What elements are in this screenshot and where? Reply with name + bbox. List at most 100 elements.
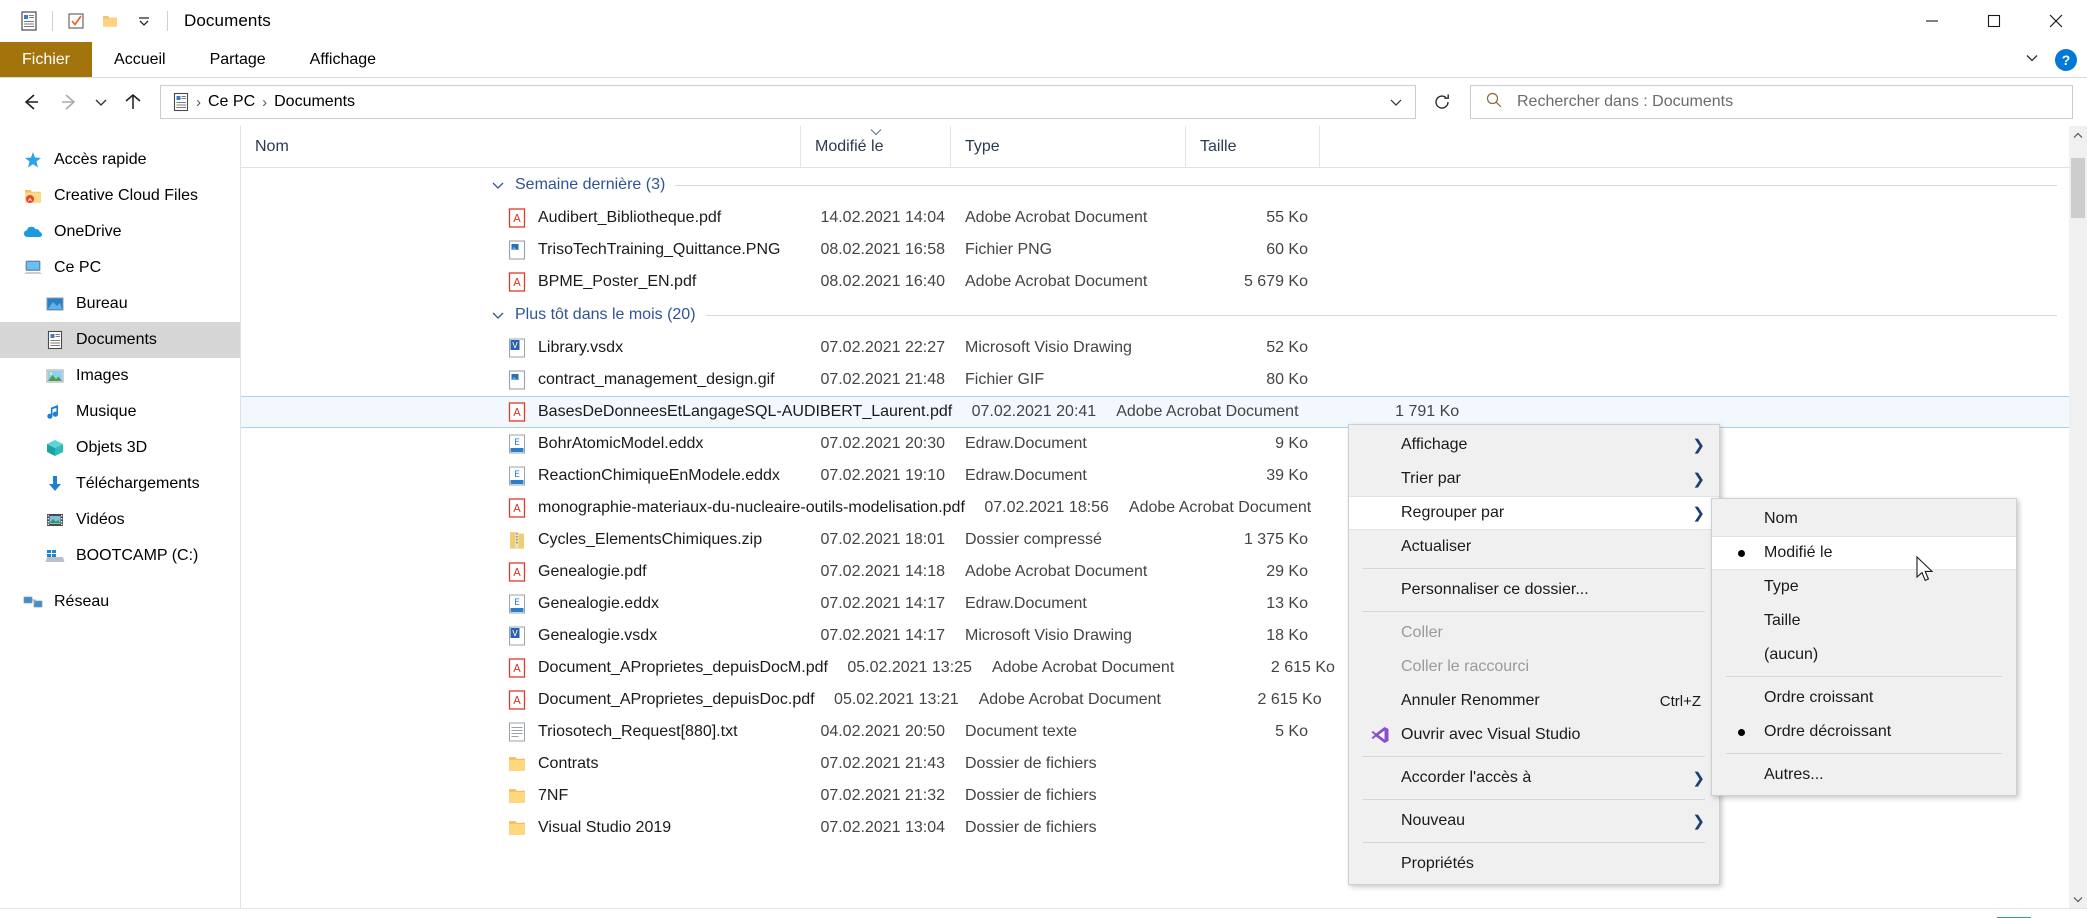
sidebar-item-videos[interactable]: Vidéos — [0, 502, 240, 538]
refresh-button[interactable] — [1420, 85, 1464, 119]
menu-item-trier-par[interactable]: Trier par ❯ — [1349, 462, 1719, 496]
pdf-icon: A — [507, 689, 527, 711]
up-button[interactable] — [116, 86, 150, 118]
breadcrumb-separator: › — [262, 93, 268, 111]
search-placeholder: Rechercher dans : Documents — [1517, 93, 1734, 110]
maximize-button[interactable] — [1963, 0, 2025, 42]
file-type-cell: Document texte — [965, 723, 1078, 740]
table-row[interactable]: TrisoTechTraining_Quittance.PNG 08.02.20… — [241, 234, 2087, 266]
chevron-right-icon: ❯ — [1692, 813, 1705, 830]
sidebar-item-telechargements[interactable]: Téléchargements — [0, 466, 240, 502]
scroll-track[interactable] — [2069, 144, 2087, 890]
file-size-cell: 18 Ko — [1266, 627, 1308, 644]
chevron-down-icon[interactable] — [491, 308, 505, 323]
table-row[interactable]: V Library.vsdx 07.02.2021 22:27 Microsof… — [241, 332, 2087, 364]
address-dropdown-icon[interactable] — [1381, 95, 1411, 109]
sidebar-item-documents[interactable]: Documents — [0, 322, 240, 358]
help-icon[interactable]: ? — [2055, 49, 2077, 71]
menu-item-proprietes[interactable]: Propriétés — [1349, 847, 1719, 881]
context-menu[interactable]: Affichage ❯ Trier par ❯ Regrouper par ❯ … — [1348, 424, 1720, 885]
tab-fichier[interactable]: Fichier — [0, 42, 93, 77]
file-date-cell: 08.02.2021 16:40 — [820, 273, 945, 290]
menu-item-label: Modifié le — [1764, 544, 1833, 561]
scroll-up-button[interactable] — [2069, 126, 2087, 144]
group-header[interactable]: Plus tôt dans le mois (20) — [241, 298, 2087, 332]
menu-item-personnaliser-ce-dossier[interactable]: Personnaliser ce dossier... — [1349, 573, 1719, 607]
sidebar-item-ce-pc[interactable]: Ce PC — [0, 250, 240, 286]
recent-locations-button[interactable] — [90, 86, 112, 118]
table-row[interactable]: E BohrAtomicModel.eddx 07.02.2021 20:30 … — [241, 428, 2087, 460]
minimize-button[interactable] — [1901, 0, 1963, 42]
scroll-down-button[interactable] — [2069, 890, 2087, 908]
sidebar-item-creative-cloud-files[interactable]: Creative Cloud Files — [0, 178, 240, 214]
sidebar-item-objets-3d[interactable]: Objets 3D — [0, 430, 240, 466]
submenu-item-autres[interactable]: Autres... — [1712, 758, 2016, 792]
folder-icon[interactable] — [93, 4, 127, 38]
menu-item-shortcut: Ctrl+Z — [1659, 692, 1701, 710]
table-row[interactable]: E ReactionChimiqueEnModele.eddx 07.02.20… — [241, 460, 2087, 492]
breadcrumb-ce-pc[interactable]: Ce PC — [204, 93, 259, 111]
file-date-cell: 07.02.2021 20:41 — [971, 403, 1097, 420]
column-header-type[interactable]: Type — [951, 125, 1186, 168]
submenu-item-aucun[interactable]: (aucun) — [1712, 638, 2016, 672]
sidebar-item-musique[interactable]: Musique — [0, 394, 240, 430]
column-header-nom[interactable]: Nom — [241, 125, 801, 168]
menu-item-ouvrir-avec-visual-studio[interactable]: Ouvrir avec Visual Studio — [1349, 718, 1719, 752]
checkbox-icon[interactable] — [59, 4, 93, 38]
menu-item-annuler-renommer[interactable]: Annuler Renommer Ctrl+Z — [1349, 684, 1719, 718]
group-header[interactable]: Semaine dernière (3) — [241, 168, 2087, 202]
tab-affichage[interactable]: Affichage — [288, 42, 398, 77]
back-button[interactable] — [14, 86, 48, 118]
menu-item-actualiser[interactable]: Actualiser — [1349, 530, 1719, 564]
desktop-icon — [44, 293, 66, 315]
sidebar-item-bootcamp-c[interactable]: BOOTCAMP (C:) — [0, 538, 240, 574]
submenu-item-type[interactable]: Type — [1712, 570, 2016, 604]
menu-item-affichage[interactable]: Affichage ❯ — [1349, 428, 1719, 462]
table-row[interactable]: A BPME_Poster_EN.pdf 08.02.2021 16:40 Ad… — [241, 266, 2087, 298]
file-date-cell: 07.02.2021 22:27 — [820, 339, 945, 356]
tab-partage[interactable]: Partage — [188, 42, 288, 77]
column-header-modifie-le[interactable]: Modifié le — [801, 125, 951, 168]
submenu-item-taille[interactable]: Taille — [1712, 604, 2016, 638]
address-bar[interactable]: › Ce PC › Documents — [160, 85, 1416, 119]
breadcrumb-documents[interactable]: Documents — [270, 93, 359, 111]
menu-item-accorder-l-acces-a[interactable]: Accorder l'accès à ❯ — [1349, 761, 1719, 795]
sidebar-item-acces-rapide[interactable]: Accès rapide — [0, 142, 240, 178]
table-row[interactable]: A BasesDeDonneesEtLangageSQL-AUDIBERT_La… — [241, 396, 2087, 428]
menu-item-label: Nouveau — [1401, 812, 1466, 829]
menu-item-regrouper-par[interactable]: Regrouper par ❯ — [1349, 496, 1719, 530]
menu-separator — [1363, 842, 1705, 843]
file-type-cell: Adobe Acrobat Document — [1116, 403, 1299, 420]
search-input[interactable]: Rechercher dans : Documents — [1470, 85, 2073, 119]
table-row[interactable]: contract_management_design.gif 07.02.202… — [241, 364, 2087, 396]
submenu-item-ordre-croissant[interactable]: Ordre croissant — [1712, 681, 2016, 715]
file-date-cell: 07.02.2021 20:30 — [820, 435, 945, 452]
sidebar-item-bureau[interactable]: Bureau — [0, 286, 240, 322]
close-button[interactable] — [2025, 0, 2087, 42]
file-type-cell: Edraw.Document — [965, 467, 1087, 484]
documents-icon[interactable] — [12, 4, 46, 38]
forward-button[interactable] — [52, 86, 86, 118]
column-header-taille[interactable]: Taille — [1186, 125, 1320, 168]
submenu-item-nom[interactable]: Nom — [1712, 502, 2016, 536]
sidebar-item-reseau[interactable]: Réseau — [0, 584, 240, 620]
chevron-down-icon[interactable] — [491, 178, 505, 193]
submenu-item-modifie-le[interactable]: Modifié le — [1712, 536, 2016, 570]
menu-item-nouveau[interactable]: Nouveau ❯ — [1349, 804, 1719, 838]
dropdown-icon[interactable] — [127, 4, 161, 38]
table-row[interactable]: Visual Studio 2019 07.02.2021 13:04 Doss… — [241, 812, 2087, 844]
context-submenu-regrouper-par[interactable]: Nom Modifié le Type Taille (aucun) Ordre… — [1711, 498, 2017, 796]
tab-accueil[interactable]: Accueil — [92, 42, 188, 77]
submenu-item-ordre-decroissant[interactable]: Ordre décroissant — [1712, 715, 2016, 749]
menu-item-label: Ouvrir avec Visual Studio — [1401, 726, 1581, 743]
sidebar-item-images[interactable]: Images — [0, 358, 240, 394]
vertical-scrollbar[interactable] — [2069, 126, 2087, 908]
file-date-cell: 07.02.2021 13:04 — [820, 819, 945, 836]
scroll-thumb[interactable] — [2071, 158, 2085, 218]
svg-text:A: A — [513, 276, 521, 289]
chevron-down-icon[interactable] — [2023, 49, 2041, 72]
file-size-cell: 1 375 Ko — [1243, 531, 1308, 548]
file-name-cell: 7NF — [241, 785, 801, 807]
sidebar-item-onedrive[interactable]: OneDrive — [0, 214, 240, 250]
table-row[interactable]: A Audibert_Bibliotheque.pdf 14.02.2021 1… — [241, 202, 2087, 234]
